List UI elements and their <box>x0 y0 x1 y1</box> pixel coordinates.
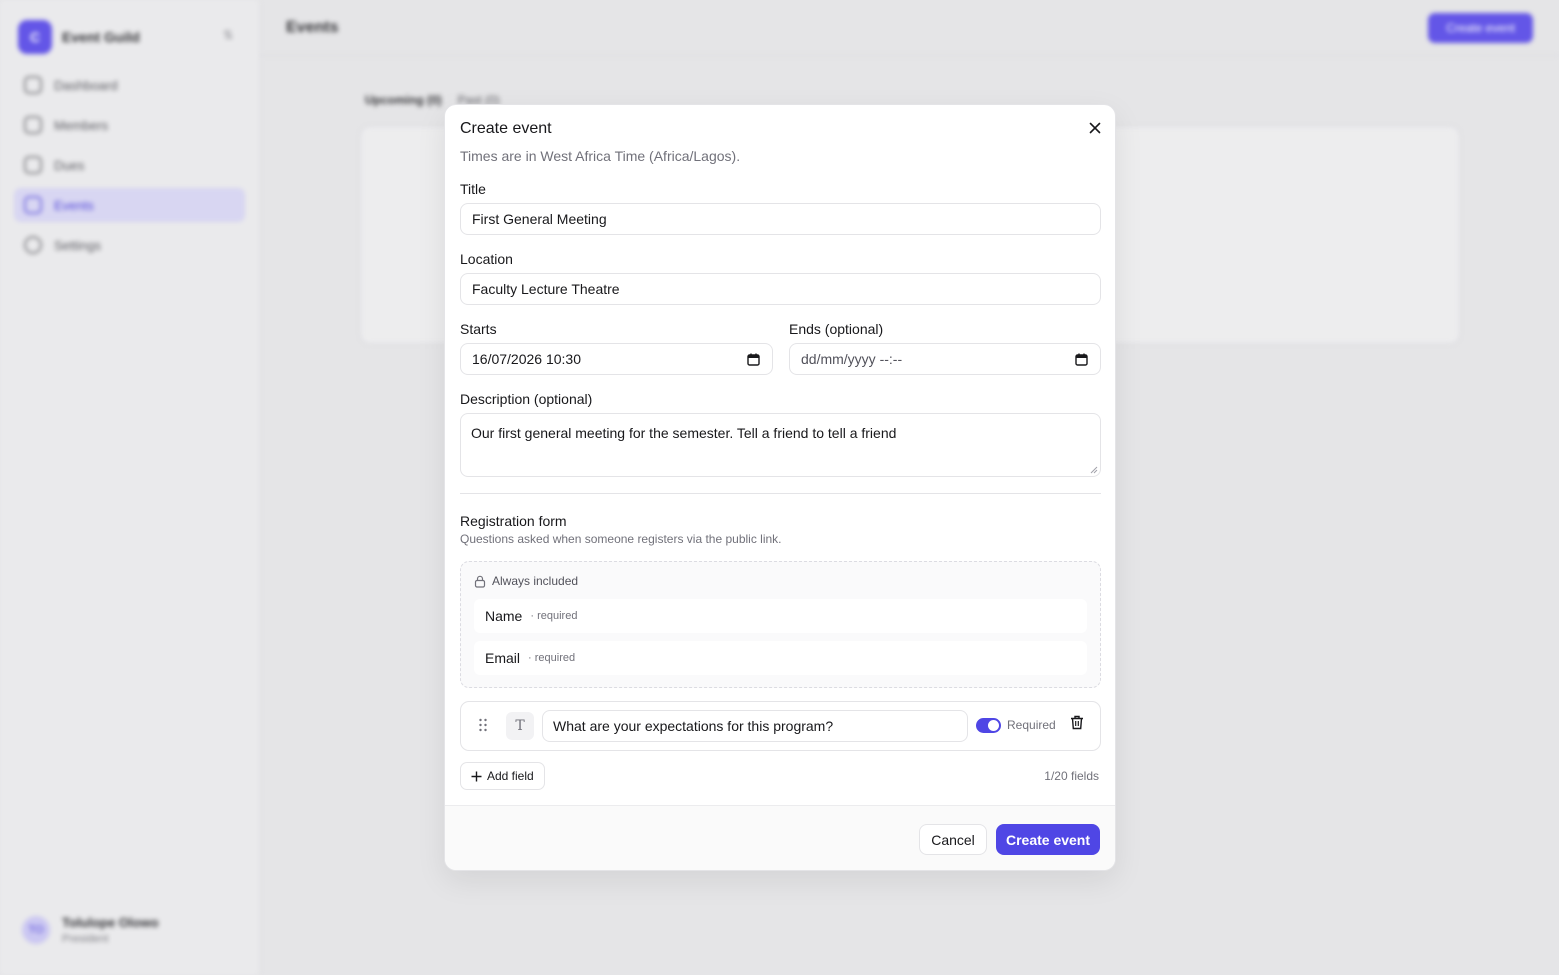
create-event-dialog: Create event Times are in West Africa Ti… <box>444 104 1116 871</box>
close-icon <box>1089 122 1101 134</box>
add-field-label: Add field <box>487 769 534 783</box>
required-toggle[interactable] <box>976 718 1001 733</box>
ends-datetime-input[interactable]: dd/mm/yyyy --:-- <box>789 343 1101 375</box>
custom-field-row: T What are your expectations for this pr… <box>460 701 1101 751</box>
ends-label: Ends (optional) <box>789 321 884 337</box>
starts-datetime-input[interactable]: 16/07/2026 10:30 <box>460 343 773 375</box>
plus-icon <box>471 771 482 781</box>
field-count: 1/20 fields <box>1044 769 1099 783</box>
title-label: Title <box>460 181 486 197</box>
question-input[interactable]: What are your expectations for this prog… <box>542 710 968 742</box>
title-input[interactable]: First General Meeting <box>460 203 1101 235</box>
dialog-subtitle: Times are in West Africa Time (Africa/La… <box>460 148 741 164</box>
fixed-field-email: Email · required <box>474 641 1087 675</box>
location-input[interactable]: Faculty Lecture Theatre <box>460 273 1101 305</box>
description-textarea[interactable]: Our first general meeting for the semest… <box>460 413 1101 477</box>
drag-handle-icon[interactable] <box>478 718 488 732</box>
create-event-button[interactable]: Create event <box>996 824 1100 855</box>
dialog-title: Create event <box>460 120 552 137</box>
registration-subtitle: Questions asked when someone registers v… <box>460 532 782 546</box>
trash-icon[interactable] <box>1070 715 1084 730</box>
ends-placeholder: dd/mm/yyyy --:-- <box>801 351 903 367</box>
description-value: Our first general meeting for the semest… <box>471 425 897 441</box>
always-included-box: Always included Name · required Email · … <box>460 561 1101 688</box>
location-label: Location <box>460 251 513 267</box>
calendar-icon[interactable] <box>1075 353 1088 366</box>
cancel-button[interactable]: Cancel <box>919 824 987 855</box>
starts-label: Starts <box>460 321 497 337</box>
registration-title: Registration form <box>460 513 567 529</box>
always-included-header: Always included <box>474 574 578 588</box>
lock-icon <box>474 575 486 588</box>
fixed-field-label: Name <box>485 608 523 624</box>
required-label: Required <box>1007 718 1056 732</box>
close-button[interactable] <box>1085 118 1105 138</box>
section-divider <box>460 493 1101 494</box>
fixed-field-name: Name · required <box>474 599 1087 633</box>
text-type-icon[interactable]: T <box>506 712 534 740</box>
required-note: · required <box>528 652 576 664</box>
resize-handle-icon[interactable] <box>1090 466 1098 474</box>
add-field-button[interactable]: Add field <box>460 762 545 790</box>
calendar-icon[interactable] <box>747 353 760 366</box>
toggle-knob <box>988 720 999 731</box>
fixed-field-label: Email <box>485 650 521 666</box>
always-included-label: Always included <box>492 574 579 588</box>
description-label: Description (optional) <box>460 391 593 407</box>
required-note: · required <box>530 610 578 622</box>
starts-value: 16/07/2026 10:30 <box>472 351 581 367</box>
